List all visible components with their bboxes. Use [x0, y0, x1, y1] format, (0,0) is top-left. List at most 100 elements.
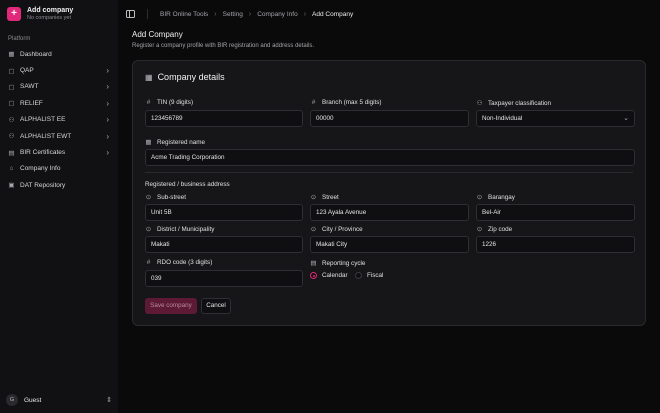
brand-subtitle: No companies yet — [27, 15, 72, 21]
zip-label-text: Zip code — [488, 225, 513, 233]
chevron-right-icon: › — [303, 10, 307, 18]
sidebar-item-dashboard[interactable]: ▦ Dashboard — [4, 46, 114, 62]
map-pin-icon: ⊙ — [476, 194, 483, 201]
taxpayer-select-value: Non-Individual — [482, 115, 523, 122]
sidebar-toggle-icon[interactable] — [126, 10, 135, 18]
tin-label-text: TIN (9 digits) — [157, 99, 194, 106]
sidebar-item-label: DAT Repository — [20, 181, 66, 189]
chevron-right-icon: › — [214, 10, 217, 18]
sidebar-item-relief[interactable]: ▢ RELIEF › — [4, 95, 114, 111]
hash-icon: # — [146, 259, 151, 266]
taxpayer-select[interactable]: Non-Individual ⌄ — [476, 110, 635, 127]
zip-input[interactable]: 1226 — [476, 236, 635, 253]
radio-checked-icon — [310, 272, 317, 279]
breadcrumb-item[interactable]: BIR Online Tools — [160, 11, 208, 18]
district-input[interactable]: Makati — [145, 236, 303, 253]
barangay-label-text: Barangay — [488, 193, 515, 201]
breadcrumb: BIR Online Tools › Setting › Company Inf… — [160, 11, 353, 18]
map-pin-icon: ⊙ — [476, 226, 483, 233]
sidebar-item-label: ALPHALIST EWT — [20, 132, 72, 140]
sidebar-item-label: SAWT — [20, 83, 39, 91]
tin-label: # TIN (9 digits) — [145, 99, 193, 106]
file-icon: ▢ — [8, 100, 15, 108]
branch-label-text: Branch (max 5 digits) — [322, 99, 382, 106]
barangay-input[interactable]: Bel-Air — [476, 204, 635, 221]
street-label-text: Street — [322, 193, 339, 201]
registered-name-label: ▦ Registered name — [145, 138, 205, 147]
user-menu[interactable]: G Guest ⇕ — [6, 394, 112, 406]
breadcrumb-item[interactable]: Company Info — [257, 11, 297, 18]
reporting-cycle-label: ▤ Reporting cycle — [310, 259, 366, 268]
certificate-icon: ▤ — [8, 149, 15, 157]
address-section-label: Registered / business address — [145, 181, 230, 188]
hash-icon: # — [311, 99, 316, 106]
radio-fiscal-label: Fiscal — [367, 272, 384, 279]
map-pin-icon: ⊙ — [310, 226, 317, 233]
sidebar-item-bir-certificates[interactable]: ▤ BIR Certificates › — [4, 144, 114, 160]
sidebar-item-qap[interactable]: ▢ QAP › — [4, 62, 114, 78]
users-icon: ⚇ — [8, 133, 15, 141]
sidebar-item-label: QAP — [20, 67, 34, 75]
reporting-cycle-label-text: Reporting cycle — [322, 259, 366, 267]
sidebar-item-sawt[interactable]: ▢ SAWT › — [4, 79, 114, 95]
radio-unchecked-icon — [355, 272, 362, 279]
chevron-right-icon: › — [106, 115, 109, 125]
building-icon: ⌂ — [9, 165, 14, 173]
avatar: G — [6, 394, 18, 406]
brand[interactable]: + Add company No companies yet — [7, 7, 73, 21]
sidebar-item-alphalist-ee[interactable]: ⚇ ALPHALIST EE › — [4, 112, 114, 128]
user-name: Guest — [24, 396, 42, 404]
sidebar-item-label: Company Info — [20, 165, 61, 173]
map-pin-icon: ⊙ — [145, 226, 152, 233]
sub-street-input[interactable]: Unit 5B — [145, 204, 303, 221]
sidebar-item-label: Dashboard — [20, 50, 52, 58]
card-title: ▦ Company details — [145, 72, 225, 82]
street-label: ⊙ Street — [310, 193, 339, 202]
chevron-right-icon: › — [248, 10, 252, 18]
district-label-text: District / Municipality — [157, 225, 215, 233]
page-title: Add Company — [132, 30, 183, 39]
building-icon: ▦ — [145, 139, 152, 146]
map-pin-icon: ⊙ — [145, 194, 152, 201]
file-icon: ▢ — [8, 67, 15, 75]
branch-input[interactable]: 00000 — [310, 110, 469, 127]
tin-input[interactable]: 123456789 — [145, 110, 303, 127]
nav-group-label: Platform — [8, 36, 31, 42]
sidebar-item-company-info[interactable]: ⌂ Company Info — [4, 161, 114, 177]
taxpayer-label: ⚇ Taxpayer classification — [476, 99, 551, 108]
chevron-down-icon: ⌄ — [623, 115, 629, 122]
radio-fiscal[interactable]: Fiscal — [355, 272, 383, 279]
sidebar-item-alphalist-ewt[interactable]: ⚇ ALPHALIST EWT › — [4, 128, 114, 144]
registered-name-input[interactable]: Acme Trading Corporation — [145, 149, 635, 166]
city-input[interactable]: Makati City — [310, 236, 469, 253]
calendar-icon: ▤ — [310, 260, 317, 267]
city-label-text: City / Province — [322, 225, 363, 233]
page-subtitle: Register a company profile with BIR regi… — [132, 43, 315, 49]
sidebar-item-label: BIR Certificates — [20, 149, 66, 157]
chevron-right-icon: › — [106, 131, 109, 141]
sidebar-nav: ▦ Dashboard ▢ QAP › ▢ SAWT › ▢ RELIEF › ⚇ ALPHALIST … — [4, 46, 114, 194]
cancel-button[interactable]: Cancel — [201, 298, 231, 314]
plus-icon: + — [7, 7, 21, 21]
taxpayer-label-text: Taxpayer classification — [488, 99, 551, 107]
branch-label: # Branch (max 5 digits) — [310, 99, 382, 106]
chevron-right-icon: › — [106, 66, 109, 76]
chevrons-up-down-icon: ⇕ — [106, 397, 112, 404]
barangay-label: ⊙ Barangay — [476, 193, 515, 202]
rdo-label-text: RDO code (3 digits) — [157, 259, 213, 266]
save-company-button[interactable]: Save company — [145, 298, 197, 314]
city-label: ⊙ City / Province — [310, 225, 363, 234]
breadcrumb-item[interactable]: Setting — [223, 11, 243, 18]
sidebar-item-dat-repository[interactable]: ▣ DAT Repository — [4, 177, 114, 193]
sidebar-item-label: ALPHALIST EE — [20, 116, 66, 124]
radio-calendar[interactable]: Calendar — [310, 272, 348, 279]
rdo-input[interactable]: 039 — [145, 270, 303, 287]
building-icon: ▦ — [145, 72, 153, 82]
radio-calendar-label: Calendar — [322, 272, 348, 279]
topbar: BIR Online Tools › Setting › Company Inf… — [118, 0, 660, 28]
chevron-right-icon: › — [106, 148, 109, 158]
sub-street-label: ⊙ Sub-street — [145, 193, 187, 202]
street-input[interactable]: 123 Ayala Avenue — [310, 204, 469, 221]
grid-icon: ▦ — [8, 51, 15, 59]
sub-street-label-text: Sub-street — [157, 193, 187, 201]
